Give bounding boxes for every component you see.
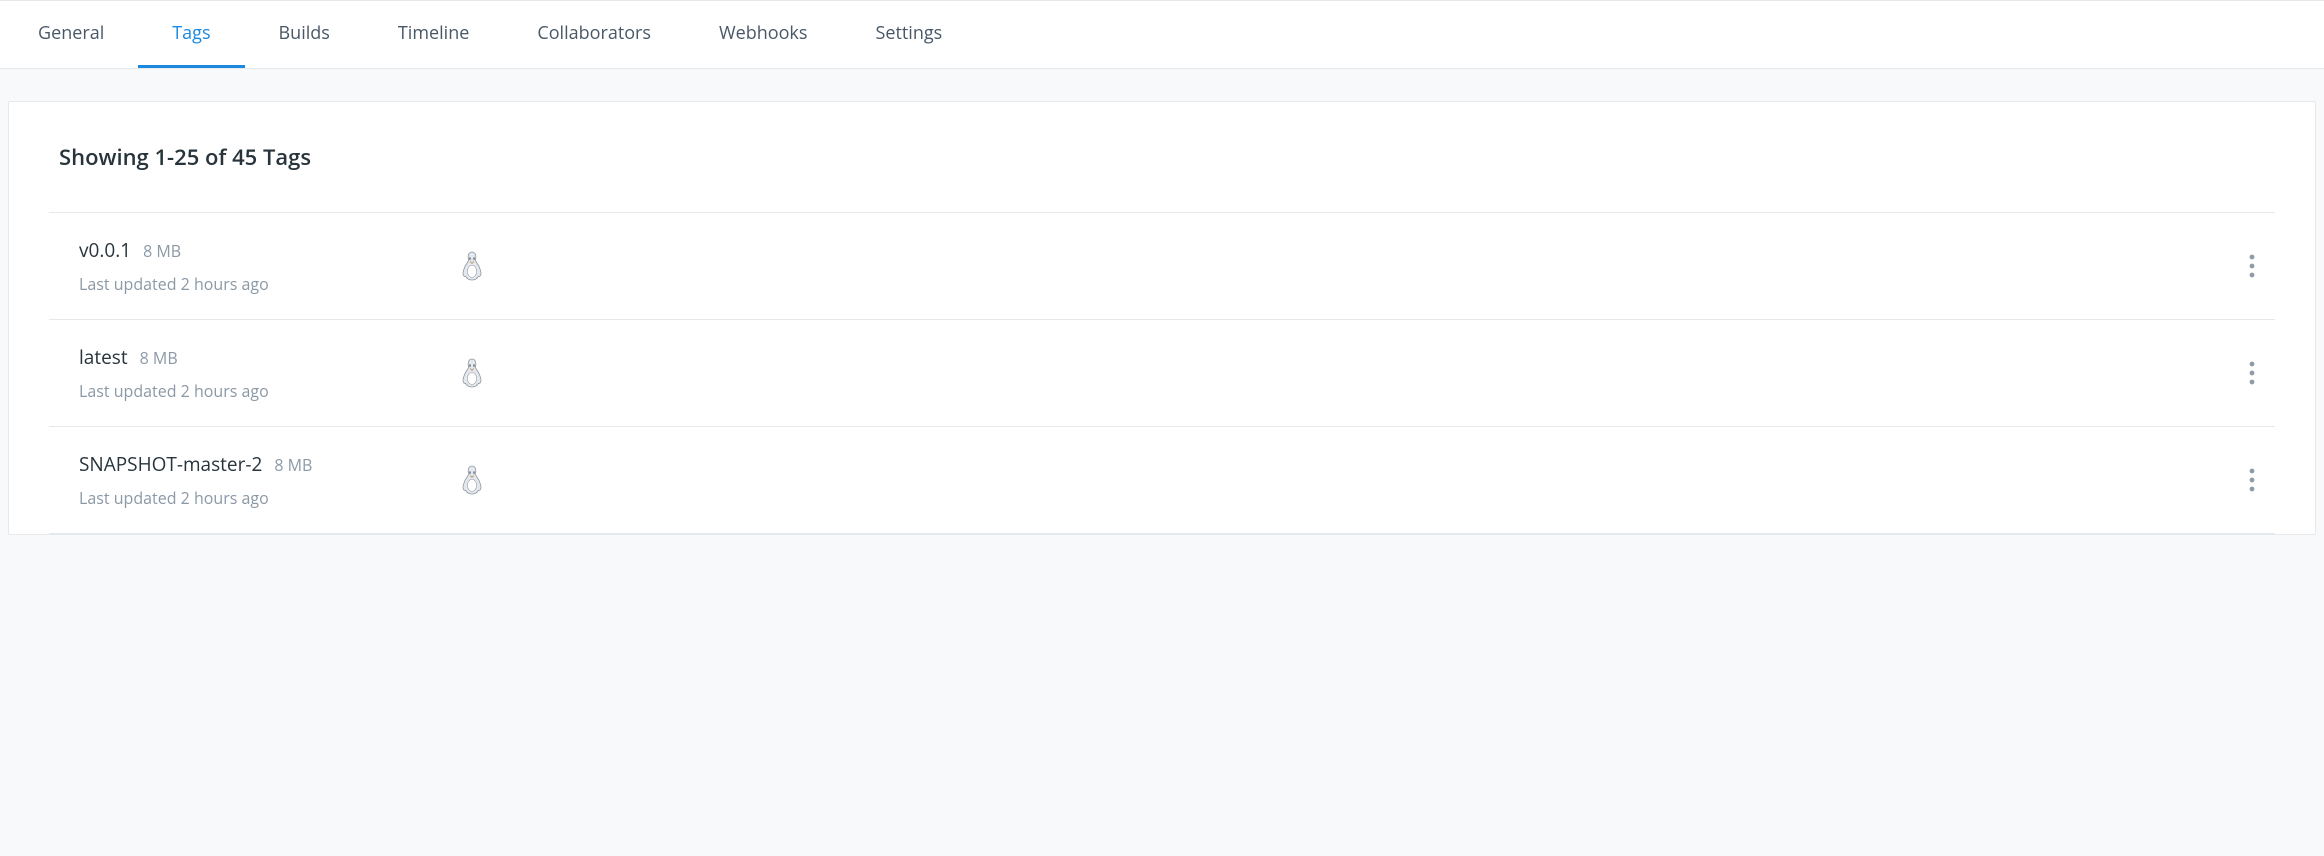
tag-updated: Last updated 2 hours ago [79,273,459,295]
repo-tabs: General Tags Builds Timeline Collaborato… [0,0,2324,69]
repo-tabs-inner: General Tags Builds Timeline Collaborato… [24,1,2300,68]
tag-row-menu-button[interactable] [2229,246,2275,286]
tags-panel: Showing 1-25 of 45 Tags v0.0.1 8 MB Last… [8,101,2316,535]
tab-general[interactable]: General [24,1,138,68]
tag-name[interactable]: latest [79,344,128,370]
tag-name-line: latest 8 MB [79,344,459,370]
tab-settings[interactable]: Settings [841,1,976,68]
tag-row: SNAPSHOT-master-2 8 MB Last updated 2 ho… [49,426,2275,534]
tab-builds[interactable]: Builds [245,1,364,68]
linux-icon [459,465,485,495]
tag-size: 8 MB [274,454,312,476]
linux-icon [459,251,485,281]
tag-name-line: SNAPSHOT-master-2 8 MB [79,451,459,477]
linux-icon [459,358,485,388]
tab-timeline[interactable]: Timeline [364,1,503,68]
tag-updated: Last updated 2 hours ago [79,380,459,402]
tags-count-heading: Showing 1-25 of 45 Tags [49,142,2275,172]
tag-row: latest 8 MB Last updated 2 hours ago [49,319,2275,426]
tab-tags[interactable]: Tags [138,1,244,68]
tag-info: SNAPSHOT-master-2 8 MB Last updated 2 ho… [79,451,459,509]
tag-name-line: v0.0.1 8 MB [79,237,459,263]
tag-size: 8 MB [140,347,178,369]
tag-row: v0.0.1 8 MB Last updated 2 hours ago [49,212,2275,319]
tag-updated: Last updated 2 hours ago [79,487,459,509]
tag-info: v0.0.1 8 MB Last updated 2 hours ago [79,237,459,295]
tab-collaborators[interactable]: Collaborators [503,1,685,68]
tag-name[interactable]: v0.0.1 [79,237,131,263]
tag-row-menu-button[interactable] [2229,353,2275,393]
tag-name[interactable]: SNAPSHOT-master-2 [79,451,262,477]
tag-size: 8 MB [143,240,181,262]
tab-webhooks[interactable]: Webhooks [685,1,841,68]
tag-row-menu-button[interactable] [2229,460,2275,500]
tag-info: latest 8 MB Last updated 2 hours ago [79,344,459,402]
content-area: Showing 1-25 of 45 Tags v0.0.1 8 MB Last… [0,69,2324,535]
